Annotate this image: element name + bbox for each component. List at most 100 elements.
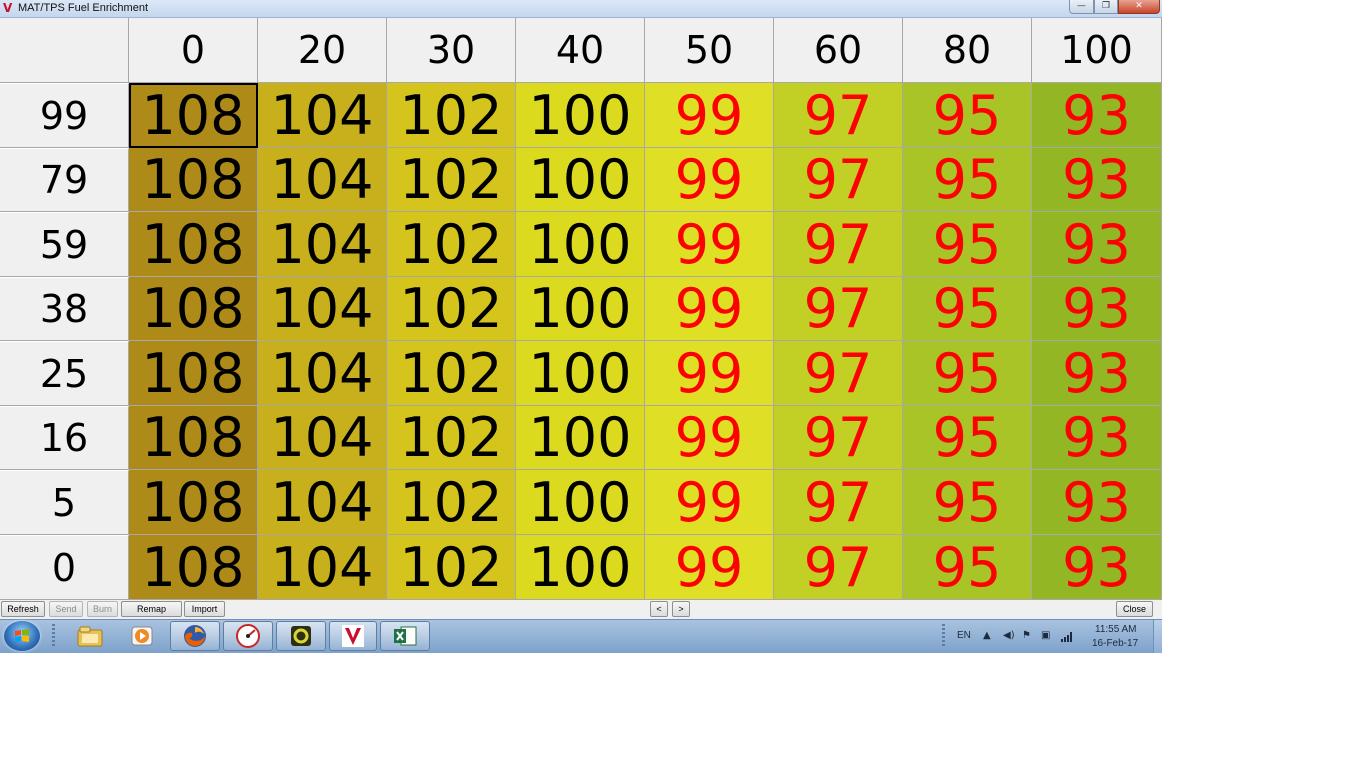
- gauge-app-icon[interactable]: [223, 621, 273, 651]
- speaker-icon[interactable]: ◀): [1003, 630, 1015, 641]
- row-header: 5: [0, 470, 129, 535]
- table-cell[interactable]: 99: [645, 470, 774, 535]
- show-hidden-icons-icon[interactable]: ▲: [983, 630, 991, 641]
- sync-app-icon[interactable]: [276, 621, 326, 651]
- clock-date[interactable]: 16-Feb-17: [1092, 638, 1138, 649]
- table-cell[interactable]: 104: [258, 470, 387, 535]
- table-cell[interactable]: 100: [516, 406, 645, 470]
- table-cell[interactable]: 102: [387, 470, 516, 535]
- table-cell[interactable]: 108: [129, 148, 258, 212]
- table-cell[interactable]: 108: [129, 341, 258, 406]
- remap-button[interactable]: Remap: [121, 601, 182, 617]
- table-cell[interactable]: 100: [516, 212, 645, 277]
- table-cell[interactable]: 104: [258, 83, 387, 148]
- excel-icon[interactable]: [380, 621, 430, 651]
- table-cell[interactable]: 100: [516, 341, 645, 406]
- previous-page-button[interactable]: <: [650, 601, 668, 617]
- table-cell[interactable]: 102: [387, 535, 516, 600]
- table-cell[interactable]: 99: [645, 148, 774, 212]
- table-cell[interactable]: 95: [903, 470, 1032, 535]
- vemstune-icon[interactable]: [329, 621, 377, 651]
- start-button[interactable]: [4, 621, 40, 651]
- table-cell[interactable]: 108: [129, 535, 258, 600]
- column-header: 60: [774, 18, 903, 83]
- table-cell[interactable]: 100: [516, 277, 645, 341]
- minimize-button[interactable]: —: [1069, 0, 1094, 14]
- table-cell[interactable]: 108: [129, 470, 258, 535]
- burn-button[interactable]: Burn: [87, 601, 118, 617]
- window-title: MAT/TPS Fuel Enrichment: [18, 2, 148, 14]
- table-cell[interactable]: 93: [1032, 212, 1162, 277]
- table-cell[interactable]: 99: [645, 535, 774, 600]
- table-cell[interactable]: 93: [1032, 470, 1162, 535]
- table-cell[interactable]: 97: [774, 83, 903, 148]
- table-cell[interactable]: 102: [387, 148, 516, 212]
- table-cell[interactable]: 104: [258, 148, 387, 212]
- table-cell[interactable]: 95: [903, 535, 1032, 600]
- maximize-button[interactable]: ❐: [1094, 0, 1118, 14]
- table-cell[interactable]: 93: [1032, 535, 1162, 600]
- table-cell[interactable]: 93: [1032, 406, 1162, 470]
- table-cell[interactable]: 100: [516, 470, 645, 535]
- title-bar[interactable]: V MAT/TPS Fuel Enrichment — ❐ ✕: [0, 0, 1162, 18]
- table-cell[interactable]: 102: [387, 212, 516, 277]
- table-cell[interactable]: 108: [129, 406, 258, 470]
- table-cell[interactable]: 95: [903, 148, 1032, 212]
- table-cell[interactable]: 100: [516, 535, 645, 600]
- table-cell[interactable]: 93: [1032, 148, 1162, 212]
- table-cell[interactable]: 104: [258, 277, 387, 341]
- table-cell[interactable]: 108: [129, 277, 258, 341]
- table-cell[interactable]: 95: [903, 341, 1032, 406]
- table-cell[interactable]: 95: [903, 212, 1032, 277]
- table-cell[interactable]: 102: [387, 277, 516, 341]
- table-cell[interactable]: 100: [516, 148, 645, 212]
- network-signal-icon[interactable]: [1061, 630, 1075, 642]
- table-cell[interactable]: 97: [774, 470, 903, 535]
- table-cell[interactable]: 108: [129, 212, 258, 277]
- close-window-button[interactable]: ✕: [1118, 0, 1160, 14]
- table-cell[interactable]: 108: [129, 83, 258, 148]
- refresh-button[interactable]: Refresh: [1, 601, 45, 617]
- table-cell[interactable]: 95: [903, 277, 1032, 341]
- table-cell[interactable]: 97: [774, 212, 903, 277]
- row-header: 59: [0, 212, 129, 277]
- flag-icon[interactable]: ⚑: [1022, 630, 1031, 641]
- table-cell[interactable]: 97: [774, 406, 903, 470]
- close-button[interactable]: Close: [1116, 601, 1153, 617]
- table-cell[interactable]: 93: [1032, 83, 1162, 148]
- table-cell[interactable]: 99: [645, 341, 774, 406]
- table-cell[interactable]: 99: [645, 212, 774, 277]
- table-cell[interactable]: 93: [1032, 341, 1162, 406]
- table-cell[interactable]: 104: [258, 341, 387, 406]
- action-center-icon[interactable]: ▣: [1041, 630, 1050, 641]
- table-cell[interactable]: 97: [774, 148, 903, 212]
- table-cell[interactable]: 95: [903, 406, 1032, 470]
- next-page-button[interactable]: >: [672, 601, 690, 617]
- table-cell[interactable]: 104: [258, 535, 387, 600]
- table-cell[interactable]: 95: [903, 83, 1032, 148]
- row-header: 0: [0, 535, 129, 600]
- windows-explorer-icon[interactable]: [66, 621, 114, 651]
- tray-grip: [942, 624, 945, 648]
- media-player-icon[interactable]: [118, 621, 166, 651]
- table-cell[interactable]: 102: [387, 83, 516, 148]
- table-cell[interactable]: 102: [387, 406, 516, 470]
- table-cell[interactable]: 99: [645, 406, 774, 470]
- show-desktop-button[interactable]: [1153, 620, 1162, 653]
- firefox-icon[interactable]: [170, 621, 220, 651]
- table-cell[interactable]: 104: [258, 212, 387, 277]
- table-cell[interactable]: 100: [516, 83, 645, 148]
- language-indicator[interactable]: EN: [957, 630, 971, 641]
- table-cell[interactable]: 99: [645, 83, 774, 148]
- table-cell[interactable]: 97: [774, 341, 903, 406]
- clock-time[interactable]: 11:55 AM: [1095, 624, 1137, 635]
- table-cell[interactable]: 104: [258, 406, 387, 470]
- import-button[interactable]: Import: [184, 601, 225, 617]
- send-button[interactable]: Send: [49, 601, 83, 617]
- table-cell[interactable]: 93: [1032, 277, 1162, 341]
- table-cell[interactable]: 97: [774, 535, 903, 600]
- table-cell[interactable]: 102: [387, 341, 516, 406]
- table-cell[interactable]: 97: [774, 277, 903, 341]
- table-cell[interactable]: 99: [645, 277, 774, 341]
- taskbar-grip: [52, 624, 55, 648]
